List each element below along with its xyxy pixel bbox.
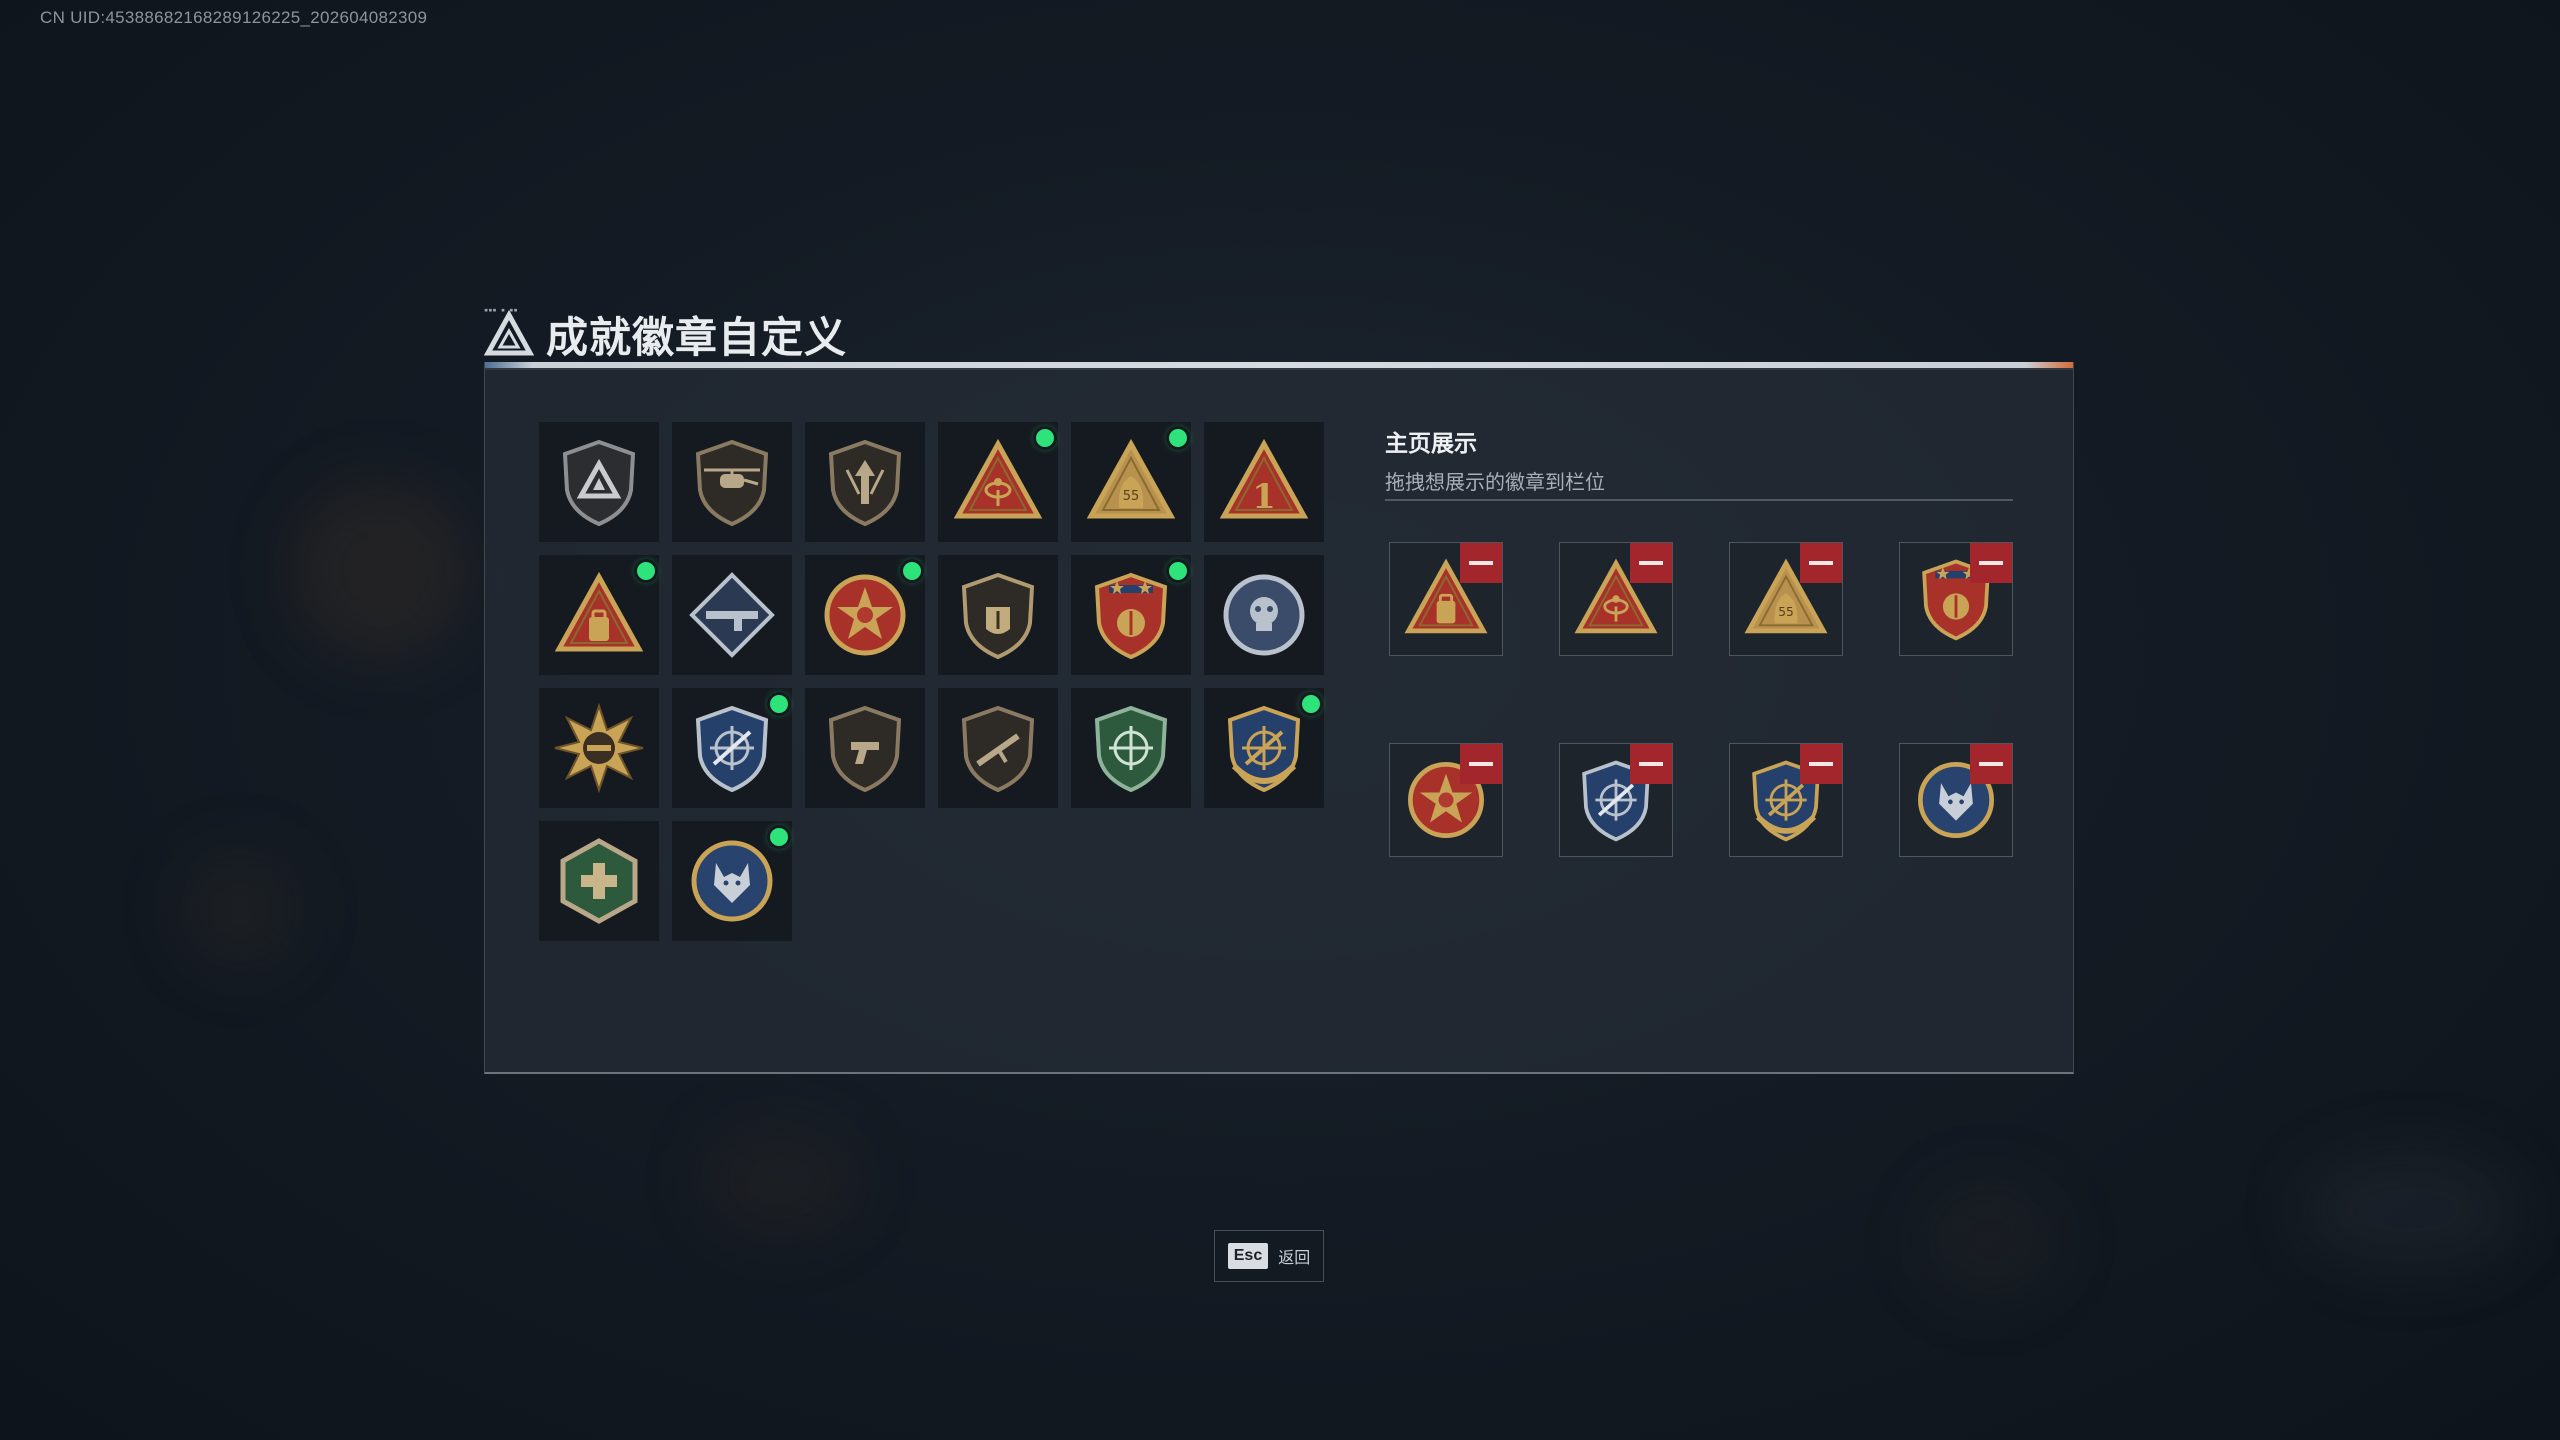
esc-key: Esc [1227,1243,1269,1269]
showcase-slot[interactable] [1729,743,1843,857]
new-indicator-dot [770,695,788,713]
badge-slot[interactable] [539,688,659,808]
minus-icon [1639,561,1663,565]
helicopter-shield-badge-icon [695,439,769,527]
badge-slot[interactable] [1071,555,1191,675]
hand-shield-badge-icon [961,572,1035,660]
new-indicator-dot [1169,562,1187,580]
showcase-slot[interactable] [1899,743,2013,857]
display-subtitle: 拖拽想展示的徽章到栏位 [1385,470,1605,494]
badge-slot[interactable]: 1 [1204,422,1324,542]
showcase-slot[interactable] [1899,542,2013,656]
back-label: 返回 [1278,1248,1311,1267]
showcase-slot[interactable]: 55 [1729,542,1843,656]
badge-slot[interactable] [805,688,925,808]
display-divider [1385,499,2013,501]
gold-shield-stars-badge-icon [1094,572,1168,660]
remove-badge-button[interactable] [1460,543,1502,583]
panel-top-divider [485,368,2073,370]
crosshair-green-shield-badge-icon [1094,705,1168,793]
new-indicator-dot [1036,429,1054,447]
back-button[interactable]: Esc 返回 [1214,1230,1324,1282]
number-one-triangle-badge-icon: 1 [1219,438,1309,519]
minus-icon [1809,762,1833,766]
showcase-slot[interactable] [1559,743,1673,857]
badge-slot[interactable] [539,821,659,941]
page-title: 成就徽章自定义 [484,304,847,364]
crosshair-gold-wreath-badge-icon [1227,705,1301,793]
crosshair-blue-shield-badge-icon [695,705,769,793]
new-indicator-dot [903,562,921,580]
remove-badge-button[interactable] [1460,744,1502,784]
skull-silver-badge-icon [1223,574,1305,656]
badge-slot[interactable] [672,821,792,941]
pistol-bronze-shield-badge-icon [828,705,902,793]
minus-icon [1979,561,2003,565]
badge-slot[interactable] [672,555,792,675]
new-indicator-dot [1169,429,1187,447]
showcase-slot[interactable] [1389,542,1503,656]
wolf-blue-badge-icon [691,840,773,922]
display-title: 主页展示 [1385,431,1477,457]
rifle-diamond-badge-icon [689,572,775,658]
minus-icon [1469,561,1493,565]
badge-slot[interactable] [1204,555,1324,675]
medic-hexagon-badge-icon [560,838,638,924]
badge-slot[interactable] [938,555,1058,675]
minus-icon [1809,561,1833,565]
badge-slot[interactable] [1071,688,1191,808]
badge-slot[interactable] [938,422,1058,542]
badge-slot[interactable]: 55 [1071,422,1191,542]
remove-badge-button[interactable] [1970,543,2012,583]
triangle-logo-icon [484,309,534,356]
showcase-slot[interactable] [1559,542,1673,656]
badge-slot[interactable] [539,555,659,675]
remove-badge-button[interactable] [1800,744,1842,784]
badge-slot[interactable] [1204,688,1324,808]
arrow-shield-badge-icon [828,439,902,527]
new-indicator-dot [1302,695,1320,713]
svg-text:1: 1 [1252,477,1276,517]
badge-slot[interactable] [672,422,792,542]
triangle-logo-shield-badge-icon [562,439,636,527]
badge-customize-panel: 55 1 主页展示 拖拽想展示的徽章到栏位 55 [484,362,2074,1074]
minus-icon [1469,762,1493,766]
new-indicator-dot [770,828,788,846]
remove-badge-button[interactable] [1800,543,1842,583]
homepage-display-header: 主页展示 拖拽想展示的徽章到栏位 [1385,424,1605,495]
badge-slot[interactable] [938,688,1058,808]
star-medal-badge-icon [824,574,906,656]
page-title-text: 成就徽章自定义 [546,312,848,362]
star-burst-badge-icon [554,702,644,794]
showcase-slots: 55 [1389,542,2013,857]
backpack-triangle-badge-icon [554,571,644,652]
remove-badge-button[interactable] [1970,744,2012,784]
radar-triangle-badge-icon [953,438,1043,519]
minus-icon [1639,762,1663,766]
svg-text:55: 55 [1778,605,1794,619]
badge-slot[interactable] [539,422,659,542]
bag-55-triangle-badge-icon: 55 [1086,438,1176,519]
badge-slot[interactable] [672,688,792,808]
minus-icon [1979,762,2003,766]
remove-badge-button[interactable] [1630,744,1672,784]
uid-label: CN UID:4538868216828912​6225_20260408230… [40,8,428,27]
badge-inventory-grid: 55 1 [539,422,1324,941]
badge-slot[interactable] [805,422,925,542]
showcase-slot[interactable] [1389,743,1503,857]
remove-badge-button[interactable] [1630,543,1672,583]
badge-slot[interactable] [805,555,925,675]
rifle-bronze-shield-badge-icon [961,705,1035,793]
svg-text:55: 55 [1123,489,1140,504]
new-indicator-dot [637,562,655,580]
